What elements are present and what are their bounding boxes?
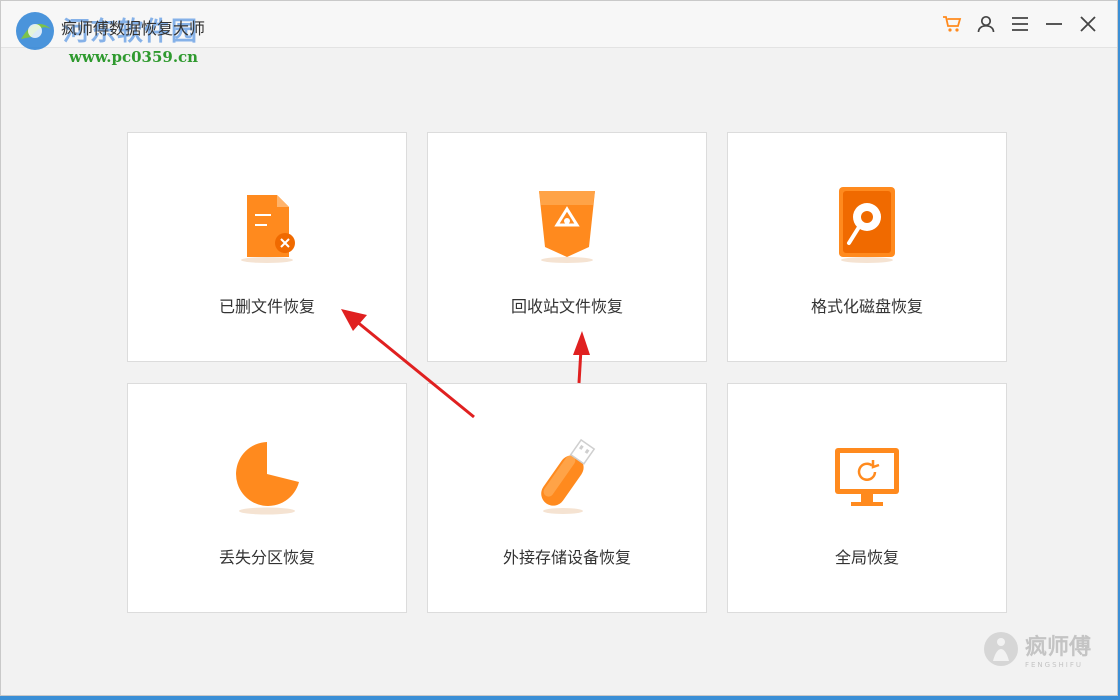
- card-label: 回收站文件恢复: [510, 297, 623, 316]
- card-external-device-recovery[interactable]: 外接存储设备恢复: [427, 383, 707, 613]
- formatted-disk-icon: [839, 187, 895, 263]
- cart-icon: [943, 16, 962, 32]
- title-bar[interactable]: 河东软件园 疯师傅数据恢复大师 www.pc0359.cn: [1, 1, 1117, 66]
- full-recovery-icon: [835, 448, 899, 506]
- menu-icon: [1012, 17, 1028, 31]
- card-label: 外接存储设备恢复: [502, 548, 631, 567]
- recovery-mode-grid: 已删文件恢复 回收站文件恢复 格式化磁盘恢复 丢失分区恢复 外接存储设备恢复 全…: [127, 132, 1007, 613]
- watermark-url: www.pc0359.cn: [69, 48, 199, 66]
- user-button[interactable]: [975, 13, 997, 35]
- close-button[interactable]: [1077, 13, 1099, 35]
- brand-text: 疯师傅 FENGSHIFU: [1025, 629, 1091, 669]
- minimize-button[interactable]: [1043, 13, 1065, 35]
- cart-button[interactable]: [941, 13, 963, 35]
- card-recycle-bin-recovery[interactable]: 回收站文件恢复: [427, 132, 707, 362]
- lost-partition-icon: [236, 440, 304, 515]
- brand-name-en: FENGSHIFU: [1024, 661, 1084, 669]
- window-title: 疯师傅数据恢复大师: [61, 19, 206, 38]
- card-label: 已删文件恢复: [218, 297, 315, 316]
- card-deleted-file-recovery[interactable]: 已删文件恢复: [127, 132, 407, 362]
- brand-logo-icon: [983, 632, 1018, 666]
- card-full-recovery[interactable]: 全局恢复: [727, 383, 1007, 613]
- close-icon: [1080, 16, 1096, 32]
- card-label: 全局恢复: [834, 548, 899, 567]
- brand-name-cn: 疯师傅: [1024, 635, 1091, 660]
- deleted-file-icon: [241, 195, 295, 263]
- card-formatted-disk-recovery[interactable]: 格式化磁盘恢复: [727, 132, 1007, 362]
- card-label: 格式化磁盘恢复: [810, 297, 923, 316]
- menu-button[interactable]: [1009, 13, 1031, 35]
- app-window: 河东软件园 疯师傅数据恢复大师 www.pc0359.cn 已删文件恢复 回收站…: [0, 0, 1118, 696]
- usb-drive-icon: [541, 438, 596, 514]
- brand-mark: 疯师傅 FENGSHIFU: [983, 629, 1091, 669]
- window-controls: [941, 13, 1099, 35]
- card-label: 丢失分区恢复: [218, 548, 315, 567]
- card-lost-partition-recovery[interactable]: 丢失分区恢复: [127, 383, 407, 613]
- minimize-icon: [1046, 23, 1062, 25]
- user-icon: [977, 15, 995, 33]
- app-logo-icon: [16, 12, 54, 50]
- recycle-bin-icon: [539, 191, 595, 263]
